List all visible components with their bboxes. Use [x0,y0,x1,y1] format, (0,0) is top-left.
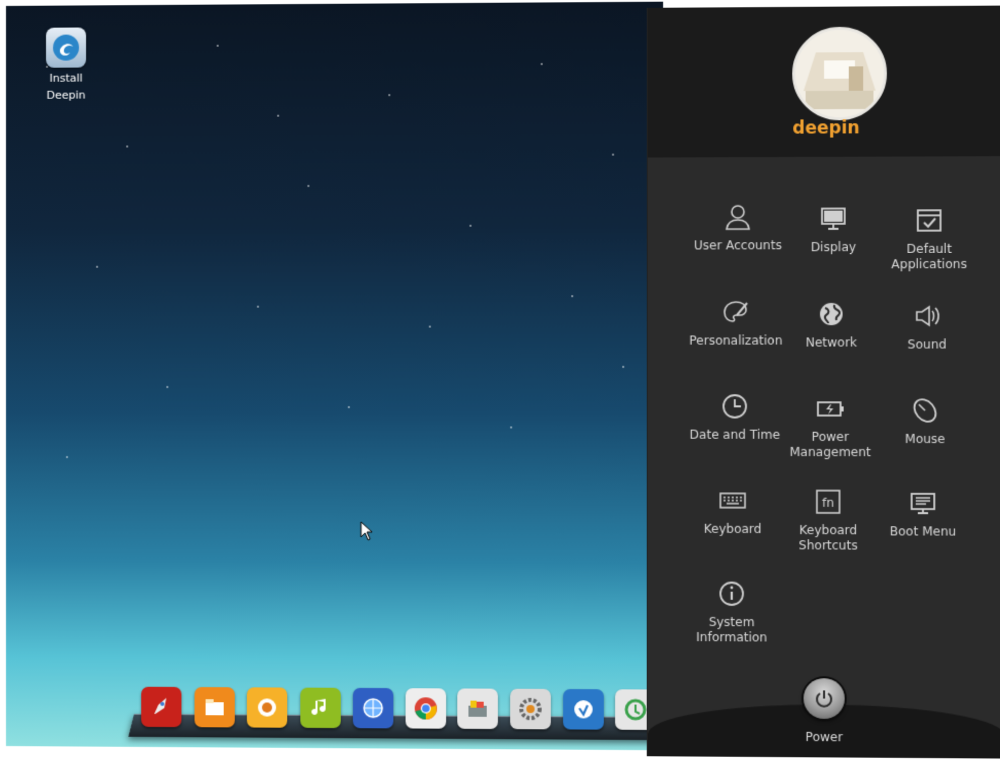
svg-text:fn: fn [822,496,834,510]
starfield [6,2,663,751]
dock-app-store[interactable] [246,687,288,728]
web-app-icon [574,700,593,722]
avatar-room-image [795,29,884,118]
settings-default-applications[interactable]: Default Applications [878,205,981,272]
settings-item-label: Display [810,239,857,255]
power-button[interactable] [803,678,845,719]
settings-item-label: Boot Menu [889,524,957,539]
desktop-icon-label-line2: Deepin [46,88,86,102]
settings-mouse[interactable]: Mouse [873,395,976,447]
settings-personalization[interactable]: Personalization [685,297,788,349]
install-deepin-desktop-icon[interactable]: Install Deepin [36,27,96,103]
file-cabinet-icon [468,700,487,717]
desktop-background[interactable]: Install Deepin [5,1,664,751]
dock-app-launcher[interactable] [141,686,182,728]
boot-menu-icon [907,488,938,519]
settings-item-label: Mouse [904,431,946,447]
dock [128,683,664,741]
info-icon [716,578,747,608]
chrome-icon [414,697,437,720]
settings-system-information[interactable]: System Information [680,578,782,645]
settings-item-label: Network [805,335,858,350]
monitor-icon [818,203,849,234]
dock-app-web[interactable] [563,689,604,730]
settings-item-label: System [708,614,755,630]
dock-app-music[interactable] [300,687,341,729]
username: deepin [792,118,860,139]
settings-item-label: Keyboard [703,521,762,537]
browser-globe-icon [360,695,386,721]
battery-icon [815,393,846,423]
settings-item-label: User Accounts [693,238,782,253]
desktop-icon-label-line1: Install [49,71,83,85]
settings-display[interactable]: Display [782,203,885,255]
settings-user-accounts[interactable]: User Accounts [687,202,790,254]
music-player-icon [311,698,326,715]
launcher-rocket-icon [154,697,167,714]
settings-item-label: Sound [907,337,947,352]
settings-item-label: Personalization [689,333,783,348]
settings-keyboard-shortcuts[interactable]: fn Keyboard Shortcuts [777,486,880,553]
settings-item-label: Date and Time [689,427,781,442]
power-icon [813,687,836,709]
control-center-panel: deepin User Accounts Display Default App… [646,5,1000,759]
settings-date-and-time[interactable]: Date and Time [684,391,787,443]
speaker-icon [912,301,943,332]
clock-icon [719,391,750,421]
settings-item-label: Keyboard [799,522,858,538]
settings-sound[interactable]: Sound [876,301,979,353]
deepin-store-icon [257,698,277,717]
dock-app-settings[interactable] [510,688,551,730]
dock-app-file-manager[interactable] [194,687,235,728]
settings-power-management[interactable]: Power Management [779,393,882,460]
keyboard-icon [717,485,748,515]
fn-key-icon: fn [813,487,844,517]
mouse-icon [910,395,941,426]
settings-item-label: Applications [891,256,968,272]
globe-icon [816,299,847,329]
power-label: Power [805,729,843,745]
dock-app-chrome[interactable] [405,688,447,729]
settings-gear-icon [517,696,543,722]
mouse-pointer-icon [360,521,374,545]
settings-item-label: Default [906,241,952,257]
update-icon [622,696,649,722]
user-icon [722,202,753,232]
settings-boot-menu[interactable]: Boot Menu [871,488,974,540]
settings-item-label: Power [811,429,849,444]
dock-app-file-cabinet[interactable] [457,688,498,730]
settings-network[interactable]: Network [780,299,883,351]
file-manager-icon [205,699,224,716]
settings-item-label: Management [789,444,871,460]
user-avatar[interactable] [792,26,887,121]
dock-app-browser[interactable] [352,687,394,729]
settings-item-label: Information [696,630,768,645]
settings-item-label: Shortcuts [798,538,858,553]
deepin-installer-icon [46,27,87,68]
default-apps-icon [914,205,945,236]
palette-icon [720,297,751,327]
settings-keyboard[interactable]: Keyboard [682,485,784,537]
